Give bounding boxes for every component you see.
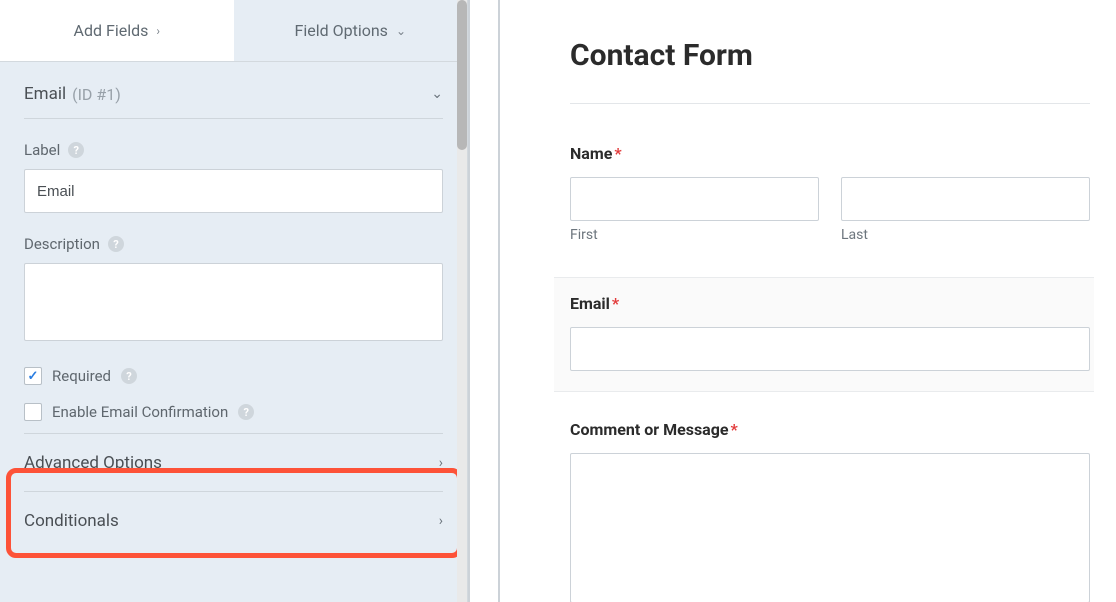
help-icon[interactable]: ? (68, 142, 84, 158)
description-section-title: Description (24, 235, 100, 253)
email-field-block[interactable]: Email* (554, 277, 1094, 392)
field-header-name: Email (24, 84, 66, 104)
chevron-right-icon: › (439, 513, 443, 529)
first-name-input[interactable] (570, 177, 819, 221)
email-field-label: Email* (570, 294, 1090, 313)
required-label: Required (52, 367, 111, 385)
chevron-right-icon: › (439, 455, 443, 471)
name-field-label: Name* (570, 144, 1090, 163)
tab-field-options[interactable]: Field Options ⌄ (234, 0, 468, 61)
tab-field-options-label: Field Options (295, 21, 388, 40)
advanced-options-row[interactable]: Advanced Options › (24, 433, 443, 491)
conditionals-row[interactable]: Conditionals › (24, 491, 443, 549)
enable-confirmation-label: Enable Email Confirmation (52, 403, 228, 421)
email-input[interactable] (570, 327, 1090, 371)
help-icon[interactable]: ? (238, 404, 254, 420)
tab-add-fields[interactable]: Add Fields › (0, 0, 234, 61)
description-input[interactable] (24, 263, 443, 341)
comment-field-label: Comment or Message* (570, 420, 1090, 439)
tab-add-fields-label: Add Fields (74, 21, 149, 40)
label-input[interactable] (24, 169, 443, 213)
first-name-sublabel: First (570, 227, 819, 243)
required-asterisk: * (614, 144, 621, 163)
help-icon[interactable]: ? (108, 236, 124, 252)
enable-confirmation-checkbox[interactable] (24, 403, 42, 421)
required-checkbox[interactable] (24, 367, 42, 385)
divider (570, 103, 1090, 104)
required-asterisk: * (612, 294, 619, 313)
label-section-title: Label (24, 141, 60, 159)
form-title: Contact Form (570, 38, 1090, 73)
conditionals-label: Conditionals (24, 511, 119, 531)
last-name-input[interactable] (841, 177, 1090, 221)
panel-separator (468, 0, 500, 602)
chevron-right-icon: › (156, 24, 160, 38)
sidebar-scrollbar-thumb[interactable] (457, 0, 467, 150)
last-name-sublabel: Last (841, 227, 1090, 243)
sidebar-scrollbar-track[interactable] (457, 0, 467, 602)
advanced-options-label: Advanced Options (24, 453, 162, 473)
help-icon[interactable]: ? (121, 368, 137, 384)
field-options-sidebar: Add Fields › Field Options ⌄ Email (ID #… (0, 0, 468, 602)
required-asterisk: * (731, 420, 738, 439)
chevron-down-icon: ⌄ (431, 86, 443, 102)
field-header-id: (ID #1) (72, 85, 121, 104)
comment-textarea[interactable] (570, 453, 1090, 602)
field-header[interactable]: Email (ID #1) ⌄ (24, 84, 443, 119)
sidebar-tabs: Add Fields › Field Options ⌄ (0, 0, 467, 62)
form-preview: Contact Form Name* First Last Email* Com… (500, 0, 1116, 602)
chevron-down-icon: ⌄ (396, 24, 406, 38)
